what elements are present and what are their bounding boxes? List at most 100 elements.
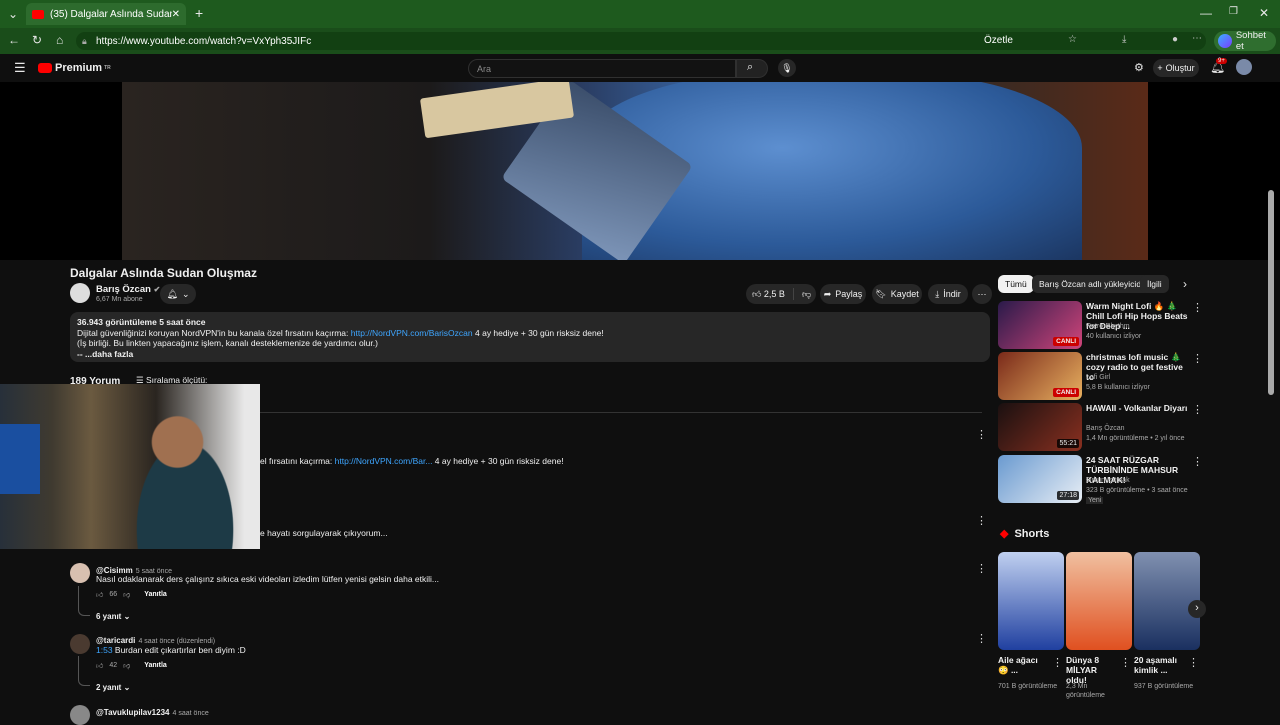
show-replies-button[interactable]: 2 yanıt ⌄: [96, 683, 130, 692]
microphone-icon[interactable]: 🎙︎: [778, 59, 796, 77]
recommended-channel[interactable]: Lofi Girl: [1086, 374, 1110, 381]
recommended-channel[interactable]: Orkun Işıtmak: [1086, 477, 1130, 484]
like-button[interactable]: 👍︎ 2,5 B: [752, 289, 785, 300]
search-button[interactable]: ⌕: [736, 59, 768, 78]
comment-avatar[interactable]: [70, 705, 90, 725]
more-menu-icon[interactable]: ⋯: [1192, 33, 1202, 44]
like-comment-button[interactable]: 👍︎: [96, 590, 103, 599]
reply-button[interactable]: Yanıtla: [144, 662, 167, 669]
reply-button[interactable]: Yanıtla: [144, 591, 167, 598]
reload-icon[interactable]: ↻: [32, 33, 42, 47]
close-tab-icon[interactable]: ✕: [172, 9, 180, 20]
comment-author[interactable]: @Tavuklupilav1234: [96, 708, 169, 717]
video-frame: [122, 82, 1148, 260]
show-more-link[interactable]: -- ...daha fazla: [77, 349, 983, 360]
chip-all[interactable]: Tümü: [998, 275, 1034, 293]
description-box[interactable]: 36.943 görüntüleme 5 saat önce Dijital g…: [70, 312, 990, 362]
recommended-menu-icon[interactable]: ⋮: [1192, 301, 1203, 314]
youtube-header: ☰ Premium TR Ara ⌕ 🎙︎ ⚙ + Oluştur 🔔︎ 9+: [0, 54, 1280, 82]
hamburger-menu-icon[interactable]: ☰: [14, 60, 26, 76]
back-icon[interactable]: ←: [8, 33, 20, 47]
profile-icon[interactable]: ●: [1172, 34, 1178, 45]
share-button[interactable]: ➦ Paylaş: [820, 284, 866, 304]
short-title[interactable]: 20 aşamalı kimlik ...: [1134, 655, 1186, 675]
recommended-video[interactable]: 27:18 24 SAAT RÜZGAR TÜRBİNİNDE MAHSUR K…: [998, 455, 1203, 504]
nordvpn-link[interactable]: http://NordVPN.com/BarisOzcan: [351, 328, 473, 338]
youtube-logo[interactable]: Premium TR: [38, 62, 111, 74]
video-player[interactable]: [0, 82, 1280, 260]
video-thumbnail[interactable]: CANLI: [998, 352, 1082, 400]
comment-menu-icon[interactable]: ⋮: [976, 428, 987, 441]
chip-from-uploader[interactable]: Barış Özcan adlı yükleyiciden: [1032, 275, 1158, 293]
dislike-comment-button[interactable]: 👎︎: [123, 590, 130, 599]
chat-button[interactable]: Sohbet et: [1214, 30, 1276, 52]
maximize-icon[interactable]: ❐: [1229, 6, 1238, 17]
show-replies-button[interactable]: 6 yanıt ⌄: [96, 612, 130, 621]
short-title[interactable]: Dünya 8 MİLYAR oldu!: [1066, 655, 1118, 685]
channel-avatar[interactable]: [70, 283, 90, 303]
video-thumbnail[interactable]: CANLI: [998, 301, 1082, 349]
new-tab-icon[interactable]: +: [195, 5, 203, 21]
chip-related[interactable]: İlgili: [1140, 275, 1169, 293]
save-button[interactable]: 🔖︎ Kaydet: [872, 284, 922, 304]
channel-name[interactable]: Barış Özcan ✔: [96, 284, 160, 295]
comment-menu-icon[interactable]: ⋮: [976, 514, 987, 527]
chevron-down-icon: ⌄: [181, 288, 190, 299]
search-input[interactable]: Ara: [468, 59, 736, 78]
short-thumbnail[interactable]: [1066, 552, 1132, 650]
comment-menu-icon[interactable]: ⋮: [976, 562, 987, 575]
home-icon[interactable]: ⌂: [56, 33, 63, 47]
address-bar-row: ← ↻ ⌂ 🔒︎ https://www.youtube.com/watch?v…: [0, 28, 1280, 54]
recommended-menu-icon[interactable]: ⋮: [1192, 455, 1203, 468]
dislike-button[interactable]: 👎︎: [802, 289, 811, 300]
cast-icon[interactable]: ⚙: [1134, 61, 1144, 74]
minimize-icon[interactable]: —: [1200, 6, 1212, 20]
webcam-person: [110, 394, 260, 549]
chevron-right-icon[interactable]: ›: [1183, 277, 1187, 291]
tab-list-icon[interactable]: ⌄: [8, 7, 18, 21]
create-button[interactable]: + Oluştur: [1153, 59, 1199, 77]
more-actions-button[interactable]: ⋯: [972, 284, 992, 304]
summarize-button[interactable]: Özetle: [984, 35, 1013, 46]
like-comment-button[interactable]: 👍︎: [96, 661, 103, 670]
video-thumbnail[interactable]: 27:18: [998, 455, 1082, 503]
browser-tab[interactable]: (35) Dalgalar Aslında Sudan Oluşm ✕: [26, 3, 186, 25]
description-line-1: Dijital güvenliğinizi koruyan NordVPN'in…: [77, 327, 604, 338]
short-menu-icon[interactable]: ⋮: [1188, 656, 1199, 669]
live-badge: CANLI: [1053, 337, 1079, 346]
download-button[interactable]: ⤓ İndir: [928, 284, 968, 304]
short-menu-icon[interactable]: ⋮: [1052, 656, 1063, 669]
recommended-video[interactable]: CANLI Warm Night Lofi 🔥 🎄 Chill Lofi Hip…: [998, 301, 1203, 349]
comment-avatar[interactable]: [70, 563, 90, 583]
video-thumbnail[interactable]: 55:21: [998, 403, 1082, 451]
shorts-header: ◆ Shorts: [1000, 527, 1050, 541]
url-field[interactable]: 🔒︎ https://www.youtube.com/watch?v=VxYph…: [76, 32, 1206, 50]
account-avatar[interactable]: [1236, 59, 1252, 75]
short-thumbnail[interactable]: [1134, 552, 1200, 650]
recommended-title[interactable]: HAWAII - Volkanlar Diyarı: [1086, 403, 1190, 413]
short-menu-icon[interactable]: ⋮: [1120, 656, 1131, 669]
comment-menu-icon[interactable]: ⋮: [976, 632, 987, 645]
subscribe-bell-button[interactable]: 🔔︎ ⌄: [160, 284, 196, 304]
create-label: Oluştur: [1165, 63, 1195, 73]
comment-avatar[interactable]: [70, 634, 90, 654]
recommended-meta: 1,4 Mn görüntüleme • 2 yıl önce: [1086, 435, 1185, 442]
pinned-comment-link[interactable]: http://NordVPN.com/Bar...: [335, 456, 433, 466]
page-scrollbar[interactable]: [1268, 190, 1274, 395]
close-window-icon[interactable]: ✕: [1259, 6, 1269, 20]
recommended-video[interactable]: CANLI christmas lofi music 🎄 cozy radio …: [998, 352, 1203, 400]
shorts-next-button[interactable]: ›: [1188, 600, 1206, 618]
recommended-video[interactable]: 55:21 HAWAII - Volkanlar Diyarı Barış Öz…: [998, 403, 1203, 451]
comment-actions: 👍︎ 66 👎︎ Yanıtla: [96, 590, 167, 599]
recommended-menu-icon[interactable]: ⋮: [1192, 403, 1203, 416]
favorite-star-icon[interactable]: ☆: [1068, 34, 1077, 45]
recommended-menu-icon[interactable]: ⋮: [1192, 352, 1203, 365]
recommended-channel[interactable]: Retro-Rhythm: [1086, 323, 1130, 330]
timestamp-link[interactable]: 1:53: [96, 645, 113, 655]
comment-author[interactable]: @taricardi: [96, 636, 135, 645]
recommended-channel[interactable]: Barış Özcan: [1086, 425, 1125, 432]
download-icon[interactable]: ⤓: [1122, 34, 1126, 45]
short-title[interactable]: Aile ağacı 😳 ...: [998, 655, 1050, 675]
short-thumbnail[interactable]: [998, 552, 1064, 650]
dislike-comment-button[interactable]: 👎︎: [123, 661, 130, 670]
